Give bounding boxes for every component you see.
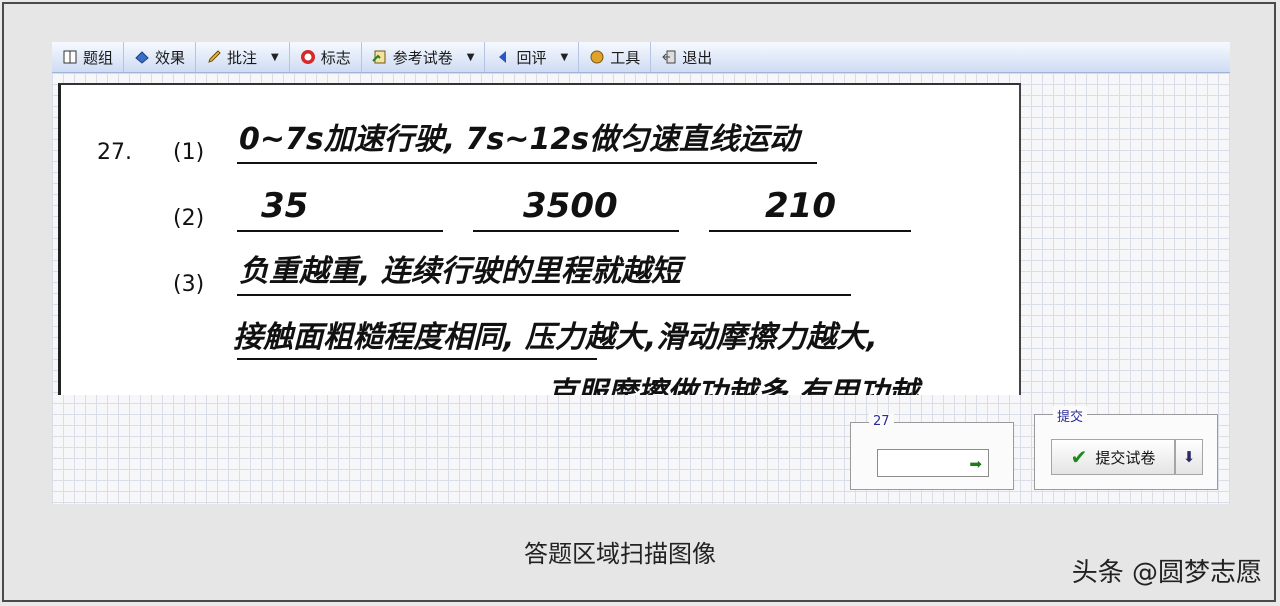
toolbar-annotate-button[interactable]: 批注 ▼ (196, 42, 290, 72)
image-caption: 答题区域扫描图像 (524, 540, 716, 568)
question-jump-input[interactable]: ➡ (877, 449, 989, 477)
toolbar-item-label: 退出 (682, 48, 713, 67)
effect-icon (134, 49, 150, 65)
part-2-answer-2: 3500 (523, 186, 618, 226)
submit-paper-label: 提交试卷 (1095, 448, 1156, 467)
chevron-down-icon[interactable]: ▼ (467, 52, 475, 63)
question-number: 27. (97, 140, 132, 165)
question-jump-panel: 27 ➡ (850, 414, 1014, 490)
toolbar-item-label: 参考试卷 (392, 48, 453, 67)
question-group-icon (62, 49, 78, 65)
toolbar-tool-button[interactable]: 工具 (579, 42, 652, 72)
chevron-down-icon[interactable]: ▼ (271, 52, 279, 63)
part-2-label: (2) (173, 206, 204, 231)
exit-icon (661, 49, 677, 65)
toolbar-item-label: 批注 (227, 48, 258, 67)
submit-panel: 提交 ✔ 提交试卷 ⬇ (1034, 406, 1218, 490)
toolbar-item-label: 标志 (320, 48, 351, 67)
marking-app-window: 题组 效果 批注 ▼ 标志 参考试卷 ▼ 回评 ▼ 工具 退出 27. (1) … (52, 42, 1230, 504)
part-1-label: (1) (173, 140, 204, 165)
part-2-answer-3: 210 (765, 186, 836, 226)
pencil-icon (206, 49, 222, 65)
go-arrow-icon[interactable]: ➡ (969, 455, 982, 473)
toolbar-item-label: 工具 (610, 48, 641, 67)
toolbar-mark-button[interactable]: 标志 (290, 42, 362, 72)
watermark: 头条 @圆梦志愿 (1071, 558, 1262, 588)
tool-icon (589, 49, 605, 65)
answer-scan-image: 27. (1) 0~7s加速行驶, 7s~12s做匀速直线运动 (2) 35 3… (58, 83, 1021, 395)
toolbar: 题组 效果 批注 ▼ 标志 参考试卷 ▼ 回评 ▼ 工具 退出 (52, 42, 1230, 73)
toolbar-effect-button[interactable]: 效果 (124, 42, 197, 72)
toolbar-review-back-button[interactable]: 回评 ▼ (485, 42, 580, 72)
part-3-line-1: 负重越重, 连续行驶的里程就越短 (239, 254, 687, 289)
reference-paper-icon (372, 49, 388, 65)
mark-icon (300, 49, 316, 65)
part-3-line-2: 接触面粗糙程度相同, 压力越大,滑动摩擦力越大, (233, 320, 878, 355)
toolbar-item-label: 效果 (155, 48, 186, 67)
toolbar-question-group-button[interactable]: 题组 (52, 42, 125, 72)
part-2-answer-1: 35 (261, 186, 308, 226)
answer-grid-area: 27. (1) 0~7s加速行驶, 7s~12s做匀速直线运动 (2) 35 3… (52, 73, 1230, 504)
question-jump-legend: 27 (869, 414, 894, 429)
back-arrow-icon (495, 49, 511, 65)
part-1-answer: 0~7s加速行驶, 7s~12s做匀速直线运动 (239, 122, 803, 157)
down-arrow-icon: ⬇ (1182, 448, 1196, 466)
submit-next-button[interactable]: ⬇ (1175, 439, 1203, 475)
toolbar-reference-paper-button[interactable]: 参考试卷 ▼ (362, 42, 486, 72)
part-3-label: (3) (173, 272, 204, 297)
toolbar-item-label: 回评 (516, 48, 547, 67)
check-icon: ✔ (1070, 445, 1088, 469)
chevron-down-icon[interactable]: ▼ (561, 52, 569, 63)
submit-paper-button[interactable]: ✔ 提交试卷 (1051, 439, 1175, 475)
part-3-line-3: 克服摩擦做功越多,有用功越... (547, 376, 953, 395)
submit-legend: 提交 (1053, 406, 1088, 425)
toolbar-exit-button[interactable]: 退出 (651, 42, 722, 72)
toolbar-item-label: 题组 (83, 48, 114, 67)
